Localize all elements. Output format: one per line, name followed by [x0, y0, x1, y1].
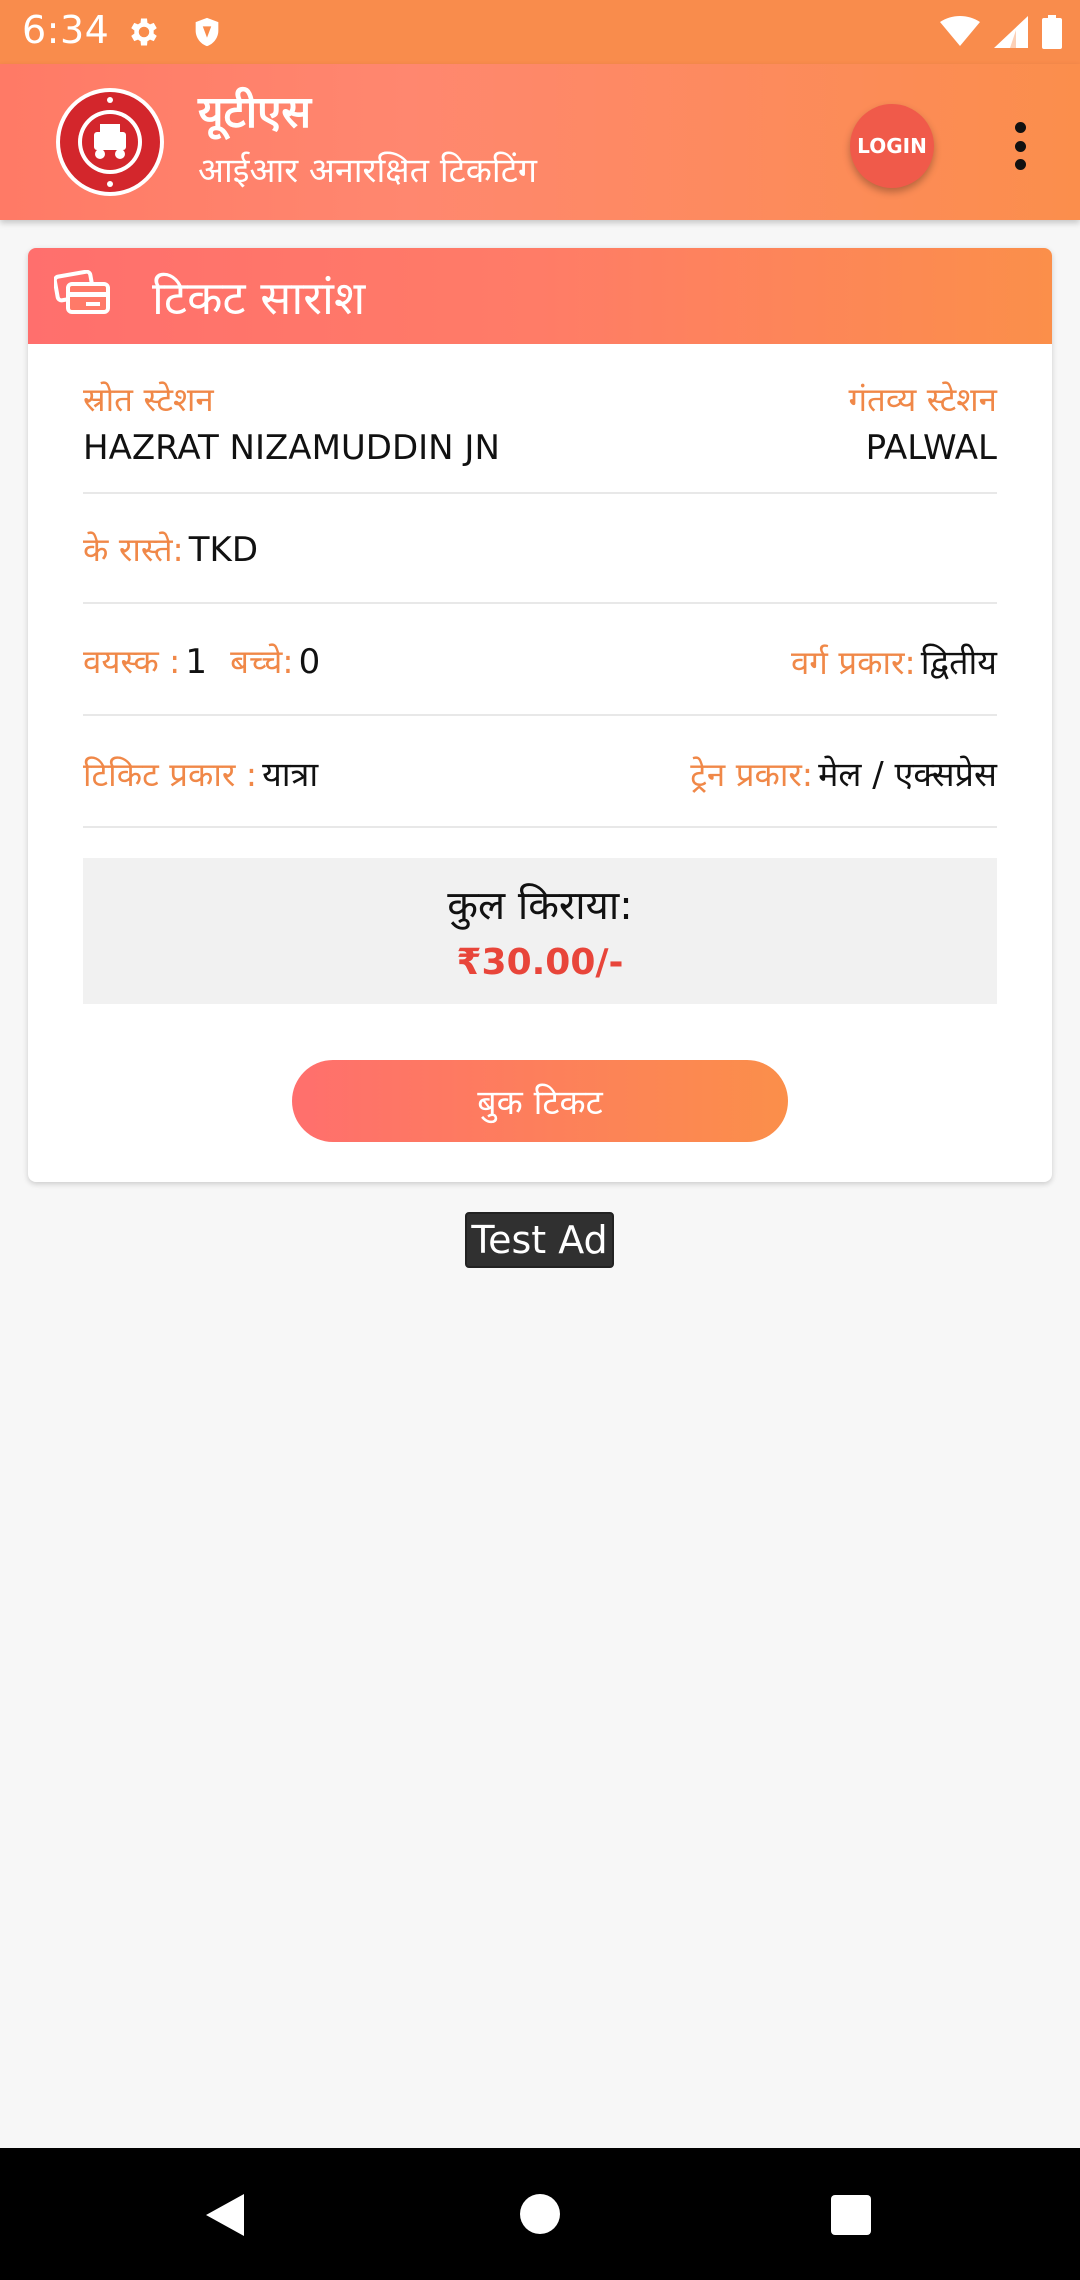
adult-label: वयस्क :: [83, 642, 181, 681]
class-value: द्वितीय: [920, 643, 997, 683]
test-ad-banner[interactable]: Test Ad: [465, 1212, 614, 1268]
app-subtitle: आईआर अनारक्षित टिकटिंग: [198, 151, 537, 191]
ticket-type-value: यात्रा: [262, 755, 319, 795]
via-label: के रास्ते:: [83, 530, 184, 569]
ticket-type-row: टिकिट प्रकार : यात्रा: [83, 750, 318, 796]
divider: [83, 492, 997, 494]
book-ticket-button[interactable]: बुक टिकट: [292, 1060, 788, 1142]
home-icon[interactable]: [518, 2192, 562, 2236]
overflow-menu-icon[interactable]: [1000, 116, 1040, 176]
destination-station-value: PALWAL: [865, 428, 997, 468]
status-icons: [940, 12, 1062, 52]
shield-icon: [195, 17, 219, 47]
child-value: 0: [298, 642, 321, 682]
battery-icon: [1042, 15, 1062, 49]
class-label: वर्ग प्रकार:: [790, 643, 916, 682]
navigation-bar: [0, 2148, 1080, 2280]
cellular-signal-icon: [994, 16, 1028, 48]
source-station-label: स्रोत स्टेशन: [83, 380, 214, 419]
login-button[interactable]: LOGIN: [850, 104, 934, 188]
destination-station-label: गंतव्य स्टेशन: [848, 380, 997, 419]
ticket-summary-card: टिकट सारांश स्रोत स्टेशन गंतव्य स्टेशन H…: [28, 248, 1052, 1182]
ticket-card-icon: [54, 270, 110, 314]
passenger-row: वयस्क : 1 बच्चे: 0: [83, 638, 320, 683]
recents-icon[interactable]: [830, 2194, 872, 2236]
status-time: 6:34: [22, 8, 110, 52]
ticket-type-label: टिकिट प्रकार :: [83, 755, 257, 794]
class-row: वर्ग प्रकार: द्वितीय: [791, 638, 997, 684]
total-fare-label: कुल किराया:: [447, 883, 633, 929]
card-header: टिकट सारांश: [28, 248, 1052, 344]
via-row: के रास्ते: TKD: [83, 526, 258, 571]
back-icon[interactable]: [204, 2192, 246, 2238]
adult-value: 1: [185, 642, 208, 682]
total-fare-value: ₹30.00/-: [456, 942, 624, 983]
train-type-label: ट्रेन प्रकार:: [690, 755, 813, 794]
train-type-value: मेल / एक्सप्रेस: [818, 755, 997, 795]
settings-gear-icon: [131, 18, 157, 46]
divider: [83, 714, 997, 716]
indian-railways-logo: [56, 88, 164, 196]
via-value: TKD: [188, 530, 258, 570]
fare-box: कुल किराया: ₹30.00/-: [83, 858, 997, 1004]
train-type-row: ट्रेन प्रकार: मेल / एक्सप्रेस: [690, 750, 997, 796]
wifi-icon: [940, 16, 980, 46]
card-title: टिकट सारांश: [152, 271, 366, 325]
divider: [83, 826, 997, 828]
status-bar: 6:34: [0, 0, 1080, 64]
app-title: यूटीएस: [198, 87, 312, 138]
source-station-value: HAZRAT NIZAMUDDIN JN: [83, 428, 500, 468]
divider: [83, 602, 997, 604]
child-label: बच्चे:: [230, 642, 294, 681]
app-bar: यूटीएस आईआर अनारक्षित टिकटिंग LOGIN: [0, 64, 1080, 220]
